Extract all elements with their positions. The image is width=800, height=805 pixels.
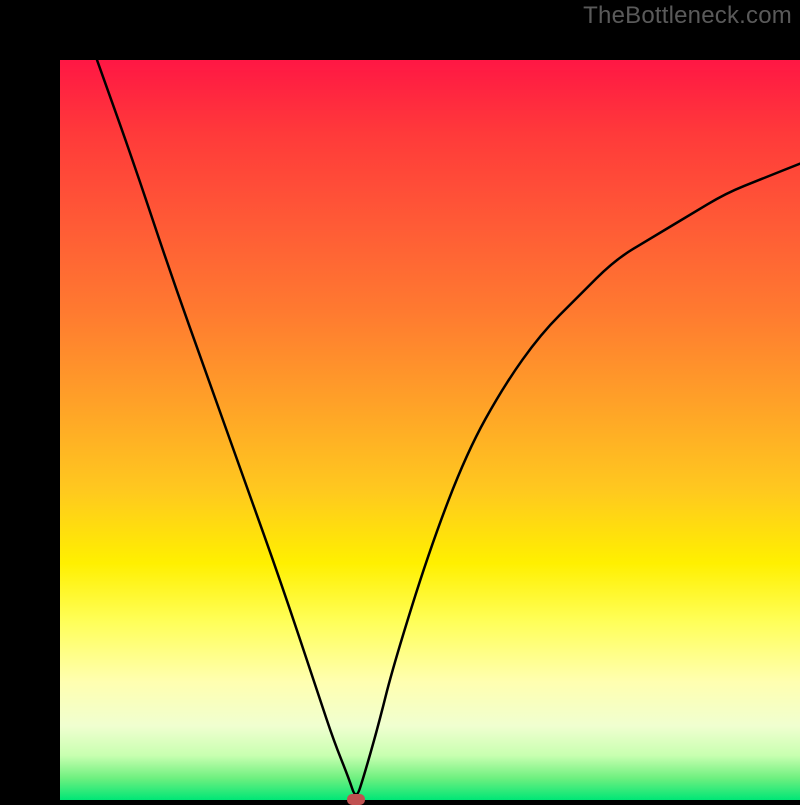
watermark-text: TheBottleneck.com bbox=[583, 2, 792, 30]
chart-frame bbox=[0, 0, 800, 800]
plot-area bbox=[60, 60, 800, 800]
bottleneck-curve bbox=[60, 60, 800, 800]
